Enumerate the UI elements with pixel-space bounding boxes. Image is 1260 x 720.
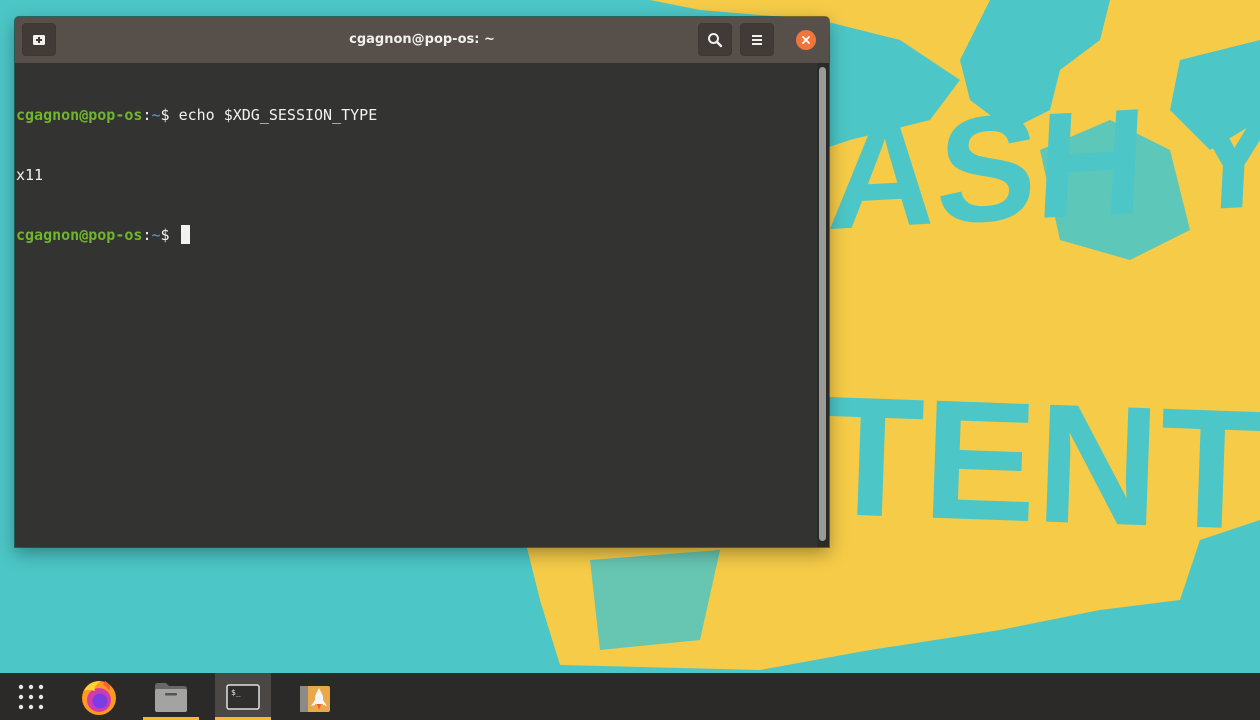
- firefox-icon: [82, 680, 116, 715]
- folder-icon: [155, 682, 187, 712]
- terminal-window[interactable]: cgagnon@pop-os: ~ cgagnon@pop-os:~$ echo…: [15, 17, 829, 547]
- prompt-user: cgagnon@pop-os: [16, 226, 143, 244]
- terminal-line: x11: [16, 165, 817, 185]
- dock-item-firefox[interactable]: [71, 673, 127, 720]
- dock: $_: [0, 673, 1260, 720]
- terminal-output[interactable]: cgagnon@pop-os:~$ echo $XDG_SESSION_TYPE…: [15, 63, 817, 547]
- terminal-scrollbar[interactable]: [817, 63, 829, 547]
- terminal-titlebar[interactable]: cgagnon@pop-os: ~: [15, 17, 829, 63]
- dock-item-app-grid[interactable]: [3, 673, 59, 720]
- close-button[interactable]: [796, 30, 816, 50]
- search-button[interactable]: [698, 23, 732, 56]
- menu-button[interactable]: [740, 23, 774, 56]
- dock-item-terminal[interactable]: $_: [215, 673, 271, 720]
- prompt-symbol: $: [160, 226, 179, 244]
- prompt-symbol: $: [160, 106, 179, 124]
- command-text: echo $XDG_SESSION_TYPE: [178, 106, 378, 124]
- command-output: x11: [16, 166, 44, 184]
- scrollbar-thumb[interactable]: [819, 67, 826, 541]
- terminal-line: cgagnon@pop-os:~$ echo $XDG_SESSION_TYPE: [16, 105, 817, 125]
- svg-text:ASH YO: ASH YO: [825, 63, 1260, 261]
- rocket-icon: [300, 685, 330, 712]
- dock-item-files[interactable]: [143, 673, 199, 720]
- grid-dots-icon: [18, 684, 44, 709]
- prompt-path: ~: [151, 226, 161, 244]
- new-tab-icon: [33, 34, 45, 45]
- terminal-icon: $_: [226, 683, 260, 710]
- text-cursor: [180, 225, 190, 244]
- svg-text:TENTI: TENTI: [816, 361, 1260, 568]
- terminal-line: cgagnon@pop-os:~$: [16, 225, 817, 245]
- dock-item-popshop[interactable]: [287, 673, 343, 720]
- prompt-path: ~: [151, 106, 161, 124]
- close-icon: [802, 36, 810, 44]
- svg-text:$_: $_: [231, 688, 241, 697]
- new-tab-button[interactable]: [22, 23, 56, 56]
- search-icon: [708, 32, 723, 47]
- hamburger-menu-icon: [752, 34, 762, 45]
- prompt-user: cgagnon@pop-os: [16, 106, 143, 124]
